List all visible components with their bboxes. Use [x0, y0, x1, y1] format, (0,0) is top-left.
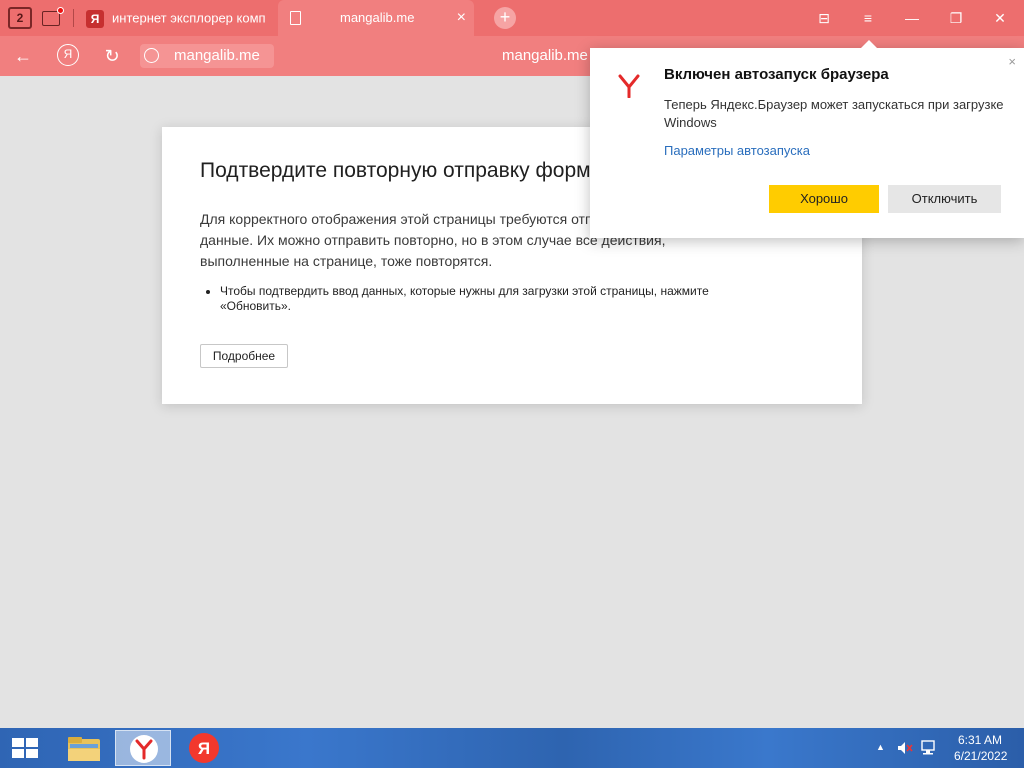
close-tab-icon[interactable]: ×	[457, 0, 466, 36]
yandex-button[interactable]: Я	[57, 44, 79, 66]
menu-icon[interactable]: ≡	[846, 0, 890, 36]
minimize-button[interactable]: —	[890, 0, 934, 36]
autostart-notification: Включен автозапуск браузера Теперь Яндек…	[590, 40, 1024, 238]
dialog-title: Подтвердите повторную отправку формы	[200, 159, 606, 182]
notification-dot	[57, 7, 64, 14]
popup-arrow	[860, 40, 878, 49]
new-tab-group-button[interactable]	[40, 7, 64, 29]
back-button[interactable]: ←	[10, 43, 36, 69]
tab-label: mangalib.me	[340, 10, 415, 25]
yandex-favicon-icon: Я	[86, 9, 104, 28]
notification-text: Теперь Яндекс.Браузер может запускаться …	[664, 97, 1004, 130]
page-title: mangalib.me	[502, 47, 588, 64]
taskbar-yandex-browser[interactable]	[115, 730, 171, 766]
disable-button[interactable]: Отключить	[888, 185, 1001, 213]
tab-label: интернет эксплорер комп	[112, 10, 266, 26]
notification-title: Включен автозапуск браузера	[664, 66, 889, 83]
clock-time[interactable]: 6:31 AM	[958, 733, 1002, 747]
windows-logo-icon	[12, 738, 24, 747]
dialog-bullet: Чтобы подтвердить ввод данных, которые н…	[220, 284, 780, 314]
new-tab-button[interactable]: +	[494, 7, 516, 29]
windows-logo-icon	[12, 749, 24, 758]
clock-date[interactable]: 6/21/2022	[954, 749, 1007, 763]
network-icon[interactable]	[920, 740, 938, 756]
yandex-browser-logo-icon	[618, 74, 640, 98]
url-field[interactable]: mangalib.me	[140, 44, 274, 68]
bookmarks-icon[interactable]: ⊟	[802, 0, 846, 36]
url-text: mangalib.me	[174, 47, 260, 64]
show-hidden-icons-button[interactable]: ▲	[876, 742, 885, 752]
yandex-icon: Я	[189, 733, 219, 763]
yandex-browser-icon	[130, 735, 158, 763]
windows-logo-icon	[26, 738, 38, 747]
tab-group-icon	[42, 11, 60, 26]
taskbar: Я ▲ 6:31 AM 6/21/2022	[0, 728, 1024, 768]
divider	[73, 9, 74, 27]
close-window-button[interactable]: ✕	[978, 0, 1022, 36]
reload-button[interactable]: ↻	[99, 43, 125, 69]
globe-icon	[144, 48, 159, 63]
dialog-bullet-list: Чтобы подтвердить ввод данных, которые н…	[220, 284, 780, 314]
close-icon[interactable]: ×	[1008, 54, 1016, 69]
restore-button[interactable]: ❐	[934, 0, 978, 36]
autostart-settings-link[interactable]: Параметры автозапуска	[664, 143, 810, 158]
tab-internet-explorer[interactable]: Яинтернет эксплорер комп	[80, 0, 276, 36]
tab-count-button[interactable]: 2	[8, 7, 32, 29]
title-bar: 2 Яинтернет эксплорер комп mangalib.me ×…	[0, 0, 1024, 36]
taskbar-file-explorer[interactable]	[56, 730, 112, 766]
tab-mangalib[interactable]: mangalib.me ×	[278, 0, 474, 36]
windows-logo-icon	[26, 749, 38, 758]
start-button[interactable]	[12, 738, 38, 758]
ok-button[interactable]: Хорошо	[769, 185, 879, 213]
volume-muted-icon[interactable]	[897, 741, 913, 755]
taskbar-yandex[interactable]: Я	[176, 730, 232, 766]
page-icon	[290, 11, 301, 25]
folder-icon	[68, 737, 100, 761]
svg-text:Я: Я	[198, 739, 210, 758]
more-details-button[interactable]: Подробнее	[200, 344, 288, 368]
